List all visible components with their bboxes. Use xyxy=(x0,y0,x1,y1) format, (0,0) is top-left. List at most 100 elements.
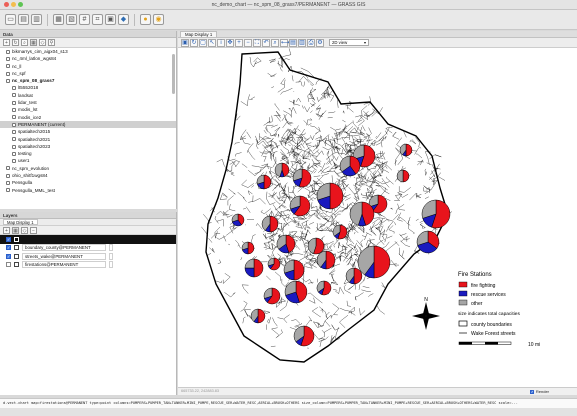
data-tree-item[interactable]: nc_spf xyxy=(0,70,176,77)
data-tree-item[interactable]: ohio_shitf1wgs84 xyxy=(0,172,176,179)
layers-panel-title: Layers xyxy=(0,212,176,219)
measure-icon[interactable]: ⟷ xyxy=(280,38,290,47)
new-workspace-icon[interactable]: ▭ xyxy=(5,14,16,25)
pie-slice xyxy=(244,267,255,278)
help-icon[interactable]: ◉ xyxy=(153,14,164,25)
data-tree-item[interactable]: spatialtech2021 xyxy=(0,136,176,143)
zoom-extent-icon[interactable]: ⛶ xyxy=(253,38,261,47)
window-title: nc_demo_chart — nc_spm_08_grass7/PERMANE… xyxy=(211,2,366,8)
new-map-display-icon[interactable]: ▦ xyxy=(53,14,64,25)
data-tree-item[interactable]: Pensgulla_MML_test xyxy=(0,187,176,194)
render-map-icon[interactable]: ↻ xyxy=(190,38,198,47)
zoom-out-icon[interactable]: − xyxy=(244,38,252,47)
layer-name: firestations@PERMANENT xyxy=(22,261,106,269)
map-canvas[interactable]: Fire Stations fire fighting rescue servic… xyxy=(178,48,577,387)
layer-opacity-field[interactable] xyxy=(109,244,113,252)
pie-slice xyxy=(247,241,255,255)
data-tree-item[interactable]: modis_lst xyxy=(0,106,176,113)
command-console[interactable]: d.vect.chart map=firestations@PERMANENT … xyxy=(0,398,577,408)
remove-layer-icon[interactable]: − xyxy=(30,226,37,234)
map-toolbar: ▣ ↻ ▢ ↖ i ✥ + − ⛶ ↶ ⌕ ⟷ ▤ ▥ ⎙ ⚙ 2D view … xyxy=(178,38,577,48)
add-raster-icon[interactable]: ▧ xyxy=(66,14,77,25)
vector-layer-icon xyxy=(14,253,19,259)
data-tree-item-label: Pensgulla xyxy=(12,180,33,186)
fire-station-pie xyxy=(339,155,361,177)
data-tree-scrollbar[interactable] xyxy=(172,54,175,94)
raster-filter-icon[interactable]: ▦ xyxy=(30,39,37,46)
query-icon[interactable]: i xyxy=(217,38,225,47)
layer-row[interactable]: firestations@PERMANENT xyxy=(0,261,176,270)
data-tree-item[interactable]: Pensgulla xyxy=(0,179,176,186)
pie-slice xyxy=(329,182,344,210)
folder-icon xyxy=(12,115,16,120)
layer-group-checkbox[interactable]: ✓ xyxy=(6,236,11,242)
data-panel-title: Data xyxy=(0,31,176,38)
zoom-menu-icon[interactable]: ⌕ xyxy=(271,38,279,47)
save-workspace-icon[interactable]: ▥ xyxy=(31,14,42,25)
data-tree-item[interactable]: lt5552018 xyxy=(0,84,176,91)
search-icon[interactable]: ⚲ xyxy=(48,39,55,46)
data-tree-item[interactable]: bikmarrys_cim_aigx04_s13 xyxy=(0,48,176,55)
map-settings-icon[interactable]: ⚙ xyxy=(316,38,324,47)
add-layer-icon[interactable]: + xyxy=(3,226,10,234)
data-tree-item[interactable]: modis_ice2 xyxy=(0,114,176,121)
filter-icon[interactable]: ⌕ xyxy=(21,39,28,46)
pointer-icon[interactable]: ↖ xyxy=(208,38,216,47)
data-tree-item[interactable]: nc_spm_08_grass7 xyxy=(0,77,176,84)
zoom-in-icon[interactable]: + xyxy=(235,38,243,47)
layer-opacity-field[interactable] xyxy=(109,252,113,260)
data-tree-item[interactable]: nc_spm_evolution xyxy=(0,165,176,172)
folder-icon xyxy=(12,144,16,149)
fire-station-pie xyxy=(345,267,363,285)
pan-icon[interactable]: ✥ xyxy=(226,38,234,47)
data-tree-item[interactable]: PERMANENT (current) xyxy=(0,120,176,129)
layer-opacity-field[interactable] xyxy=(109,261,113,269)
zoom-back-icon[interactable]: ↶ xyxy=(262,38,270,47)
vector-filter-icon[interactable]: ◇ xyxy=(39,39,46,46)
display-map-icon[interactable]: ▣ xyxy=(181,38,189,47)
vector-icon[interactable]: ⌗ xyxy=(92,14,103,25)
data-tree-item[interactable]: nc_4ml_latlon_wgs84 xyxy=(0,55,176,62)
fire-station-pie xyxy=(256,174,272,190)
refresh-icon[interactable]: ↻ xyxy=(12,39,19,46)
erase-icon[interactable]: ▢ xyxy=(199,38,207,47)
add-database-icon[interactable]: + xyxy=(3,39,10,46)
data-tree-item-label: lt5552018 xyxy=(18,85,39,91)
tab-map-display-1[interactable]: Map Display 1 xyxy=(180,31,218,37)
print-icon[interactable]: ⎙ xyxy=(307,38,315,47)
data-tree-item[interactable]: testing xyxy=(0,150,176,157)
data-tree-item[interactable]: spatialtech2015 xyxy=(0,128,176,135)
save-image-icon[interactable]: ▥ xyxy=(298,38,306,47)
grid-icon[interactable]: # xyxy=(79,14,90,25)
fire-station-pie xyxy=(267,257,281,271)
overlay-icon[interactable]: ▤ xyxy=(289,38,297,47)
folder-icon xyxy=(6,56,10,61)
layer-checkbox[interactable] xyxy=(6,262,11,268)
layer-group-row[interactable]: ✓ xyxy=(0,235,176,244)
settings-icon[interactable]: ● xyxy=(140,14,151,25)
layer-checkbox[interactable]: ✓ xyxy=(6,245,11,251)
add-vector-layer-icon[interactable]: ◇ xyxy=(21,226,28,234)
county-boundary-swatch xyxy=(458,320,468,327)
render-checkbox[interactable]: ✓ xyxy=(529,389,534,394)
layer-row[interactable]: ✓ streets_wake@PERMANENT xyxy=(0,252,176,261)
layer-checkbox[interactable]: ✓ xyxy=(6,253,11,259)
toolbar-divider xyxy=(47,13,48,26)
layer-row[interactable]: ✓ boundary_county@PERMANENT xyxy=(0,244,176,253)
layer-icon[interactable]: ▣ xyxy=(105,14,116,25)
data-tree-item[interactable]: nc_ll xyxy=(0,63,176,70)
render-toggle[interactable]: ✓ Render xyxy=(529,388,549,395)
open-workspace-icon[interactable]: ▤ xyxy=(18,14,29,25)
folder-icon xyxy=(12,129,16,134)
data-tree-item[interactable]: user1 xyxy=(0,157,176,164)
fire-station-pie xyxy=(274,162,290,178)
view-mode-select[interactable]: 2D view ▾ xyxy=(329,39,369,46)
data-tree-item[interactable]: lidar_test xyxy=(0,99,176,106)
python-icon[interactable]: ◆ xyxy=(118,14,129,25)
data-tree-item[interactable]: spatialtech2023 xyxy=(0,143,176,150)
tab-map-display[interactable]: Map Display 1 xyxy=(3,219,38,225)
add-raster-layer-icon[interactable]: ▦ xyxy=(12,226,19,234)
data-tree-item[interactable]: landsat xyxy=(0,92,176,99)
legend-item-label: fire fighting xyxy=(471,283,496,289)
data-tree-item-label: ohio_shitf1wgs84 xyxy=(12,173,48,179)
